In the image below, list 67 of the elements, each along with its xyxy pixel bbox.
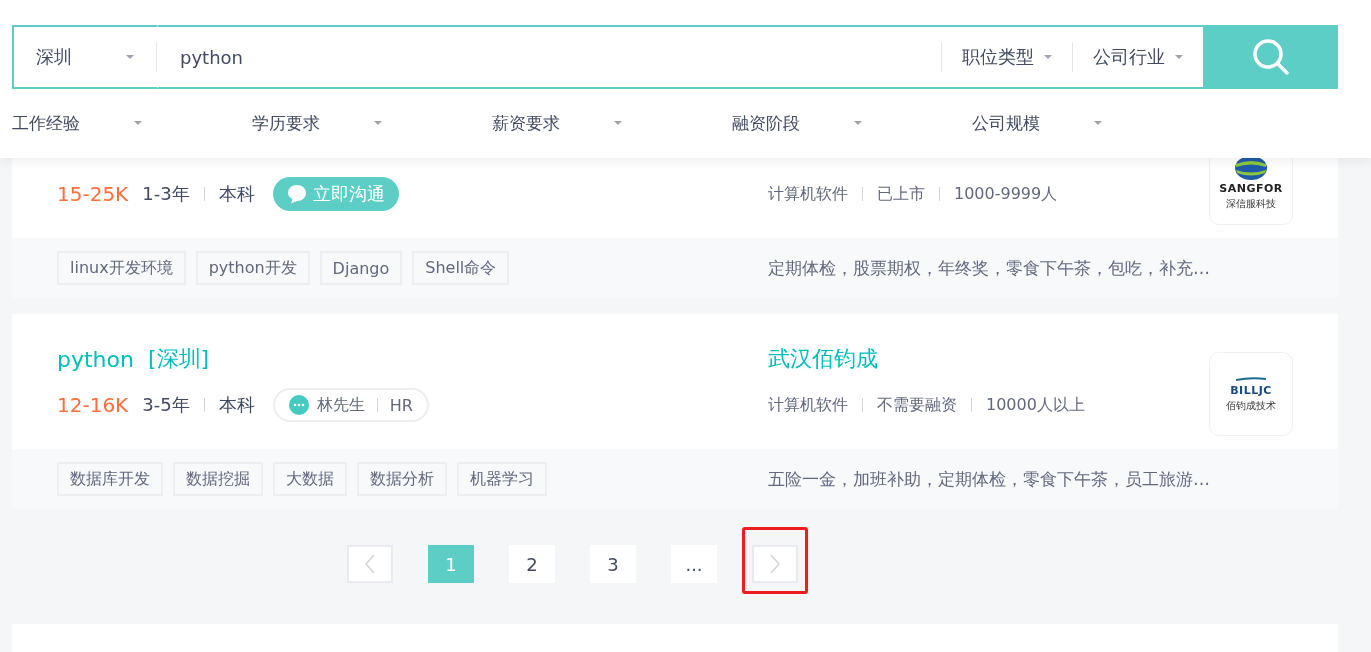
logo-subtext: 佰钧成技术	[1226, 398, 1276, 413]
city-label: 深圳	[36, 45, 72, 69]
education: 本科	[218, 393, 255, 417]
caret-icon	[126, 55, 134, 59]
globe-icon	[1235, 155, 1267, 180]
company-info: 计算机软件	[768, 394, 848, 416]
benefits-text: 五险一金，加班补助，定期体检，零食下午茶，员工旅游…	[768, 467, 1210, 491]
skill-tag: 大数据	[273, 462, 347, 496]
caret-icon	[1044, 55, 1052, 59]
skill-tag: python开发	[195, 251, 310, 285]
education: 本科	[218, 182, 255, 206]
skill-tag: 数据挖掘	[173, 462, 263, 496]
previous-page-button[interactable]	[347, 545, 393, 583]
skill-tag: 数据库开发	[57, 462, 163, 496]
select-label: 职位类型	[962, 45, 1034, 69]
chat-icon	[286, 184, 307, 204]
page-button[interactable]: 3	[590, 545, 636, 583]
logo-subtext: 深信服科技	[1226, 196, 1276, 211]
filter-label: 公司规模	[972, 111, 1041, 135]
select-label: 公司行业	[1093, 45, 1165, 69]
logo-text: SANGFOR	[1219, 181, 1283, 195]
company-info: 10000人以上	[986, 394, 1085, 416]
next-page-button[interactable]	[752, 545, 798, 583]
logo-text: BILLJC	[1230, 383, 1272, 397]
caret-icon	[1175, 55, 1183, 59]
filter-dropdown[interactable]: 公司规模	[972, 111, 1212, 135]
filter-dropdown[interactable]: 融资阶段	[732, 111, 972, 135]
salary: 15-25K	[57, 182, 129, 206]
filter-label: 学历要求	[252, 111, 321, 135]
company-info: 计算机软件	[768, 183, 848, 205]
city-select[interactable]: 深圳	[12, 25, 156, 89]
skill-tag: Django	[319, 251, 403, 285]
swoosh-icon	[1236, 375, 1266, 382]
salary: 12-16K	[57, 393, 129, 417]
caret-icon	[854, 121, 862, 125]
search-icon	[1250, 37, 1291, 77]
company-info: 已上市	[877, 183, 925, 205]
category-select[interactable]: 公司行业	[1073, 27, 1203, 87]
experience: 1-3年	[142, 182, 190, 206]
category-select[interactable]: 职位类型	[942, 27, 1072, 87]
job-location: [深圳]	[147, 345, 210, 373]
skill-tag: Shell命令	[412, 251, 510, 285]
chevron-left-icon	[364, 553, 376, 575]
chevron-right-icon	[769, 553, 781, 575]
skill-tag: 机器学习	[457, 462, 547, 496]
caret-icon	[134, 121, 142, 125]
filter-label: 融资阶段	[732, 111, 801, 135]
filter-dropdown[interactable]: 学历要求	[252, 111, 492, 135]
page-button[interactable]: ...	[671, 545, 717, 583]
recruiter-button[interactable]: 林先生 HR	[272, 388, 429, 422]
filter-dropdown[interactable]: 薪资要求	[492, 111, 732, 135]
search-field[interactable]: python	[157, 25, 941, 89]
filter-label: 工作经验	[12, 111, 81, 135]
caret-icon	[374, 121, 382, 125]
caret-icon	[1094, 121, 1102, 125]
skill-tag: linux开发环境	[57, 251, 186, 285]
company-info: 1000-9999人	[954, 183, 1058, 205]
caret-icon	[614, 121, 622, 125]
skill-tag: 数据分析	[357, 462, 447, 496]
filter-dropdown[interactable]: 工作经验	[12, 111, 252, 135]
benefits-text: 定期体检，股票期权，年终奖，零食下午茶，包吃，补充…	[768, 256, 1210, 280]
chat-icon	[288, 395, 309, 415]
page-button[interactable]: 2	[509, 545, 555, 583]
search-button[interactable]	[1203, 25, 1338, 89]
experience: 3-5年	[142, 393, 190, 417]
company-info: 不需要融资	[877, 394, 957, 416]
filter-label: 薪资要求	[492, 111, 561, 135]
